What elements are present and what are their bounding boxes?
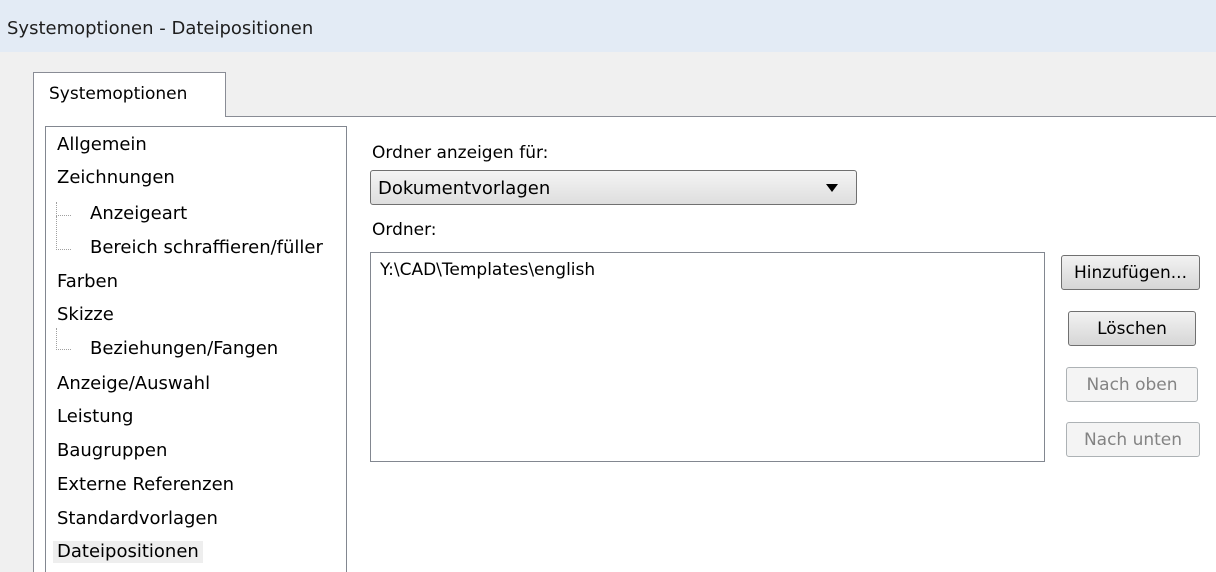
tab-label: Systemoptionen (49, 84, 188, 104)
window-title: Systemoptionen - Dateipositionen (7, 18, 314, 39)
chevron-down-icon (826, 184, 838, 192)
tree-item-externe-referenzen[interactable]: Externe Referenzen (57, 474, 234, 496)
tree-item-bereich-schraffieren[interactable]: Bereich schraffieren/füller (90, 237, 323, 259)
tree-item-skizze[interactable]: Skizze (57, 304, 114, 326)
tree-item-label: Leistung (57, 406, 134, 427)
delete-button[interactable]: Löschen (1068, 311, 1196, 346)
tree-item-label: Anzeigeart (90, 203, 188, 224)
show-folders-for-label: Ordner anzeigen für: (372, 143, 549, 163)
add-button[interactable]: Hinzufügen... (1061, 255, 1200, 290)
folders-label: Ordner: (372, 220, 437, 240)
tree-item-farben[interactable]: Farben (57, 271, 118, 293)
tree-item-beziehungen-fangen[interactable]: Beziehungen/Fangen (90, 338, 278, 360)
move-down-button[interactable]: Nach unten (1066, 422, 1200, 457)
show-folders-for-dropdown[interactable]: Dokumentvorlagen (370, 170, 857, 205)
tree-item-label: Skizze (57, 304, 114, 325)
tree-connector (56, 202, 71, 216)
tree-item-label: Beziehungen/Fangen (90, 338, 279, 359)
tree-item-label: Externe Referenzen (57, 474, 235, 495)
tree-item-label: Zeichnungen (57, 167, 175, 188)
tab-system-options[interactable]: Systemoptionen (33, 72, 226, 117)
system-options-dialog: Systemoptionen - Dateipositionen Systemo… (0, 0, 1216, 572)
tree-item-zeichnungen[interactable]: Zeichnungen (57, 167, 175, 189)
title-bar[interactable]: Systemoptionen - Dateipositionen (0, 0, 1216, 52)
tree-item-leistung[interactable]: Leistung (57, 406, 133, 428)
tree-item-label: Bereich schraffieren/füller (90, 237, 323, 258)
tree-connector (56, 328, 71, 350)
tree-item-dateipositionen[interactable]: Dateipositionen (53, 541, 203, 563)
dropdown-selected-value: Dokumentvorlagen (378, 178, 551, 199)
tree-item-standardvorlagen[interactable]: Standardvorlagen (57, 508, 218, 530)
tree-item-label: Dateipositionen (57, 541, 199, 562)
move-up-button[interactable]: Nach oben (1066, 367, 1198, 402)
tree-item-baugruppen[interactable]: Baugruppen (57, 440, 167, 462)
tree-item-anzeige-auswahl[interactable]: Anzeige/Auswahl (57, 373, 210, 395)
tree-item-label: Allgemein (57, 134, 147, 155)
folders-list[interactable]: Y:\CAD\Templates\english (370, 252, 1045, 462)
tree-item-allgemein[interactable]: Allgemein (57, 134, 147, 156)
tree-item-label: Anzeige/Auswahl (57, 373, 211, 394)
folder-entry[interactable]: Y:\CAD\Templates\english (380, 260, 595, 280)
tree-item-label: Baugruppen (57, 440, 168, 461)
tree-item-anzeigeart[interactable]: Anzeigeart (90, 203, 187, 225)
options-tree[interactable]: Allgemein Zeichnungen Anzeigeart Bereich… (45, 126, 347, 572)
tree-item-label: Farben (57, 271, 119, 292)
tree-connector (56, 216, 71, 250)
tree-item-label: Standardvorlagen (57, 508, 218, 529)
